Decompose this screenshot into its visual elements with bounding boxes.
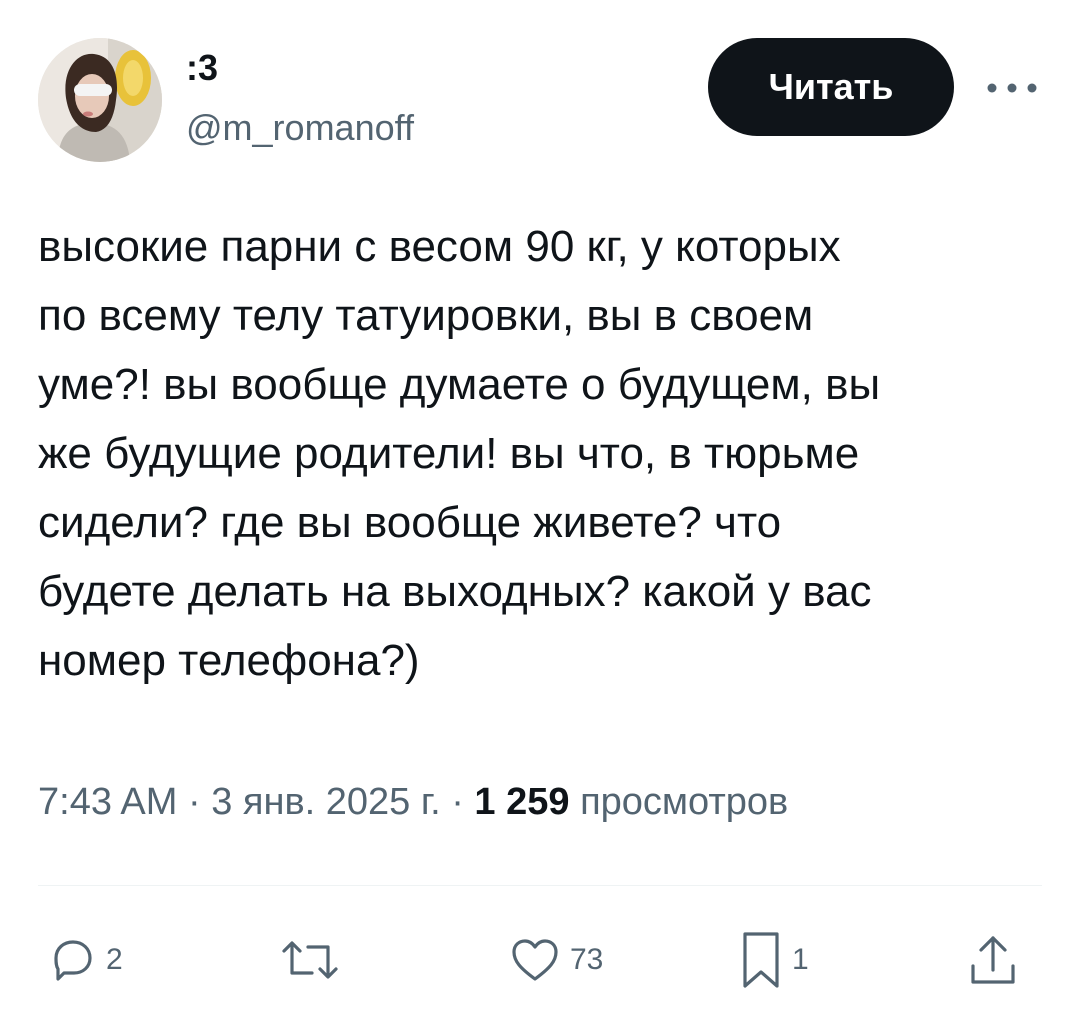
bookmark-count: 1 [792, 943, 809, 976]
tweet-text: высокие парни с весом 90 кг, у которых п… [38, 222, 881, 685]
share-button[interactable] [968, 930, 1018, 990]
more-dots-icon [987, 83, 1037, 93]
avatar-image [38, 38, 162, 162]
share-icon [971, 936, 1015, 984]
author-display-name[interactable]: :3 [186, 46, 218, 90]
more-options-button[interactable] [982, 66, 1042, 110]
like-button[interactable]: 73 [510, 930, 603, 990]
tweet-date[interactable]: 3 янв. 2025 г. [211, 781, 440, 823]
bookmark-icon [743, 932, 779, 988]
reply-icon [54, 940, 92, 981]
repost-icon [282, 941, 338, 979]
author-handle[interactable]: @m_romanoff [186, 106, 414, 150]
views-count[interactable]: 1 259 [474, 781, 569, 823]
views-label: просмотров [580, 781, 789, 823]
meta-separator: · [451, 781, 464, 823]
follow-button[interactable]: Читать [708, 38, 954, 136]
avatar[interactable] [38, 38, 162, 162]
reply-count: 2 [106, 943, 123, 976]
meta-separator: · [187, 781, 201, 823]
tweet-meta: 7:43 AM · 3 янв. 2025 г. · 1 259 просмот… [38, 776, 788, 828]
like-count: 73 [570, 943, 604, 976]
repost-button[interactable] [278, 930, 352, 990]
divider [38, 885, 1042, 886]
tweet-time[interactable]: 7:43 AM [38, 781, 177, 823]
reply-button[interactable]: 2 [50, 930, 123, 990]
heart-icon [512, 939, 558, 981]
bookmark-button[interactable]: 1 [740, 930, 809, 990]
